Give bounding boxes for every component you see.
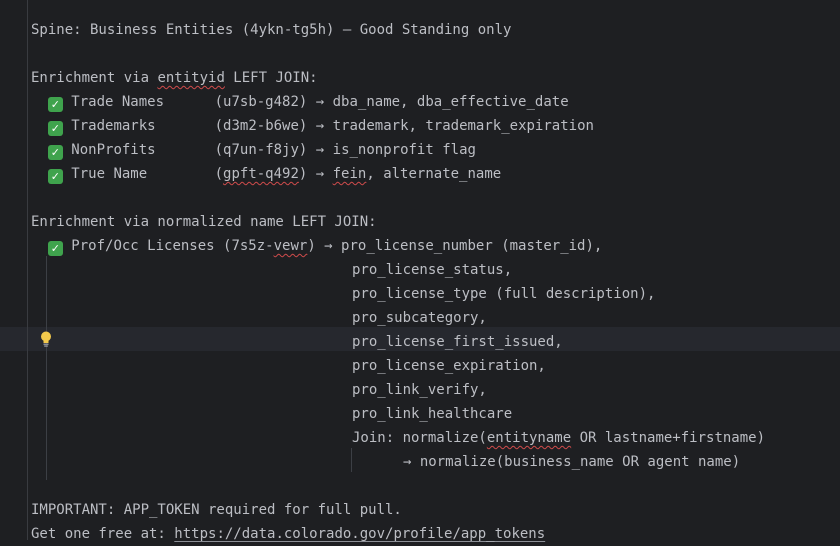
dataset-name: True Name <box>71 166 148 182</box>
field-line: pro_license_first_issued, <box>352 334 563 350</box>
field-line: pro_link_verify, <box>352 382 487 398</box>
entityid-prefix: Enrichment via <box>31 70 158 86</box>
entityid-suffix: LEFT JOIN: <box>224 70 318 86</box>
field-line: pro_license_expiration, <box>352 358 546 374</box>
join-line: Join: normalize(entityname OR lastname+f… <box>352 426 765 450</box>
dataset-fields: , alternate_name <box>366 166 502 182</box>
list-item-trademarks: ✓ Trademarks (d3m2-b6we) → trademark, tr… <box>31 114 594 138</box>
join-suffix: OR lastname+firstname) <box>571 430 766 446</box>
arrow-icon: → <box>307 142 333 158</box>
important-note: IMPORTANT: APP_TOKEN required for full p… <box>31 502 402 518</box>
lightbulb-icon[interactable] <box>38 330 54 348</box>
dataset-id: gpft-q492 <box>223 166 299 182</box>
paren: ( <box>214 166 224 182</box>
join-prefix: Join: normalize( <box>352 430 487 446</box>
check-mark-icon: ✓ <box>47 121 63 136</box>
join-target-line: → normalize(business_name OR agent name) <box>403 454 741 470</box>
dataset-fields: is_nonprofit flag <box>332 142 476 158</box>
arrow-icon: → <box>307 94 333 110</box>
token-link-line: Get one free at: https://data.colorado.g… <box>31 522 545 546</box>
check-mark-icon: ✓ <box>47 169 63 184</box>
dataset-id: (7s5z- <box>223 238 274 254</box>
indent-guide <box>46 256 47 480</box>
dataset-name: Trademarks <box>71 118 156 134</box>
dataset-name: Trade Names <box>71 94 165 110</box>
dataset-fields: trademark, trademark_expiration <box>332 118 594 134</box>
field-line: pro_link_healthcare <box>352 406 513 422</box>
join-keyword: entityname <box>486 430 572 446</box>
dataset-field-fein: fein <box>332 166 367 182</box>
gutter-separator <box>27 0 28 540</box>
list-item-licenses: ✓ Prof/Occ Licenses (7s5z-vewr) → pro_li… <box>31 234 602 258</box>
field-line: pro_license_type (full description), <box>352 286 656 302</box>
check-mark-icon: ✓ <box>47 97 63 112</box>
check-mark-icon: ✓ <box>47 241 63 256</box>
dataset-fields: pro_license_number (master_id), <box>341 238 603 254</box>
entityid-keyword: entityid <box>157 70 225 86</box>
dataset-name: NonProfits <box>71 142 156 158</box>
dataset-id: d3m2-b6we <box>223 118 299 134</box>
dataset-id-part: vewr <box>273 238 308 254</box>
paren: ( <box>214 118 224 134</box>
indent-guide <box>351 448 352 472</box>
spine-title-line: Spine: Business Entities (4ykn-tg5h) — G… <box>31 22 512 38</box>
arrow-icon: → <box>315 238 342 254</box>
paren: ( <box>214 142 224 158</box>
dataset-id: u7sb-g482 <box>223 94 299 110</box>
paren: ( <box>214 94 224 110</box>
entityid-section-header: Enrichment via entityid LEFT JOIN: <box>31 66 318 90</box>
paren: ) <box>307 238 316 254</box>
dataset-id: q7un-f8jy <box>223 142 299 158</box>
name-section-header: Enrichment via normalized name LEFT JOIN… <box>31 214 377 230</box>
field-line: pro_license_status, <box>352 262 513 278</box>
list-item-nonprofits: ✓ NonProfits (q7un-f8jy) → is_nonprofit … <box>31 138 476 162</box>
list-item-true-name: ✓ True Name (gpft-q492) → fein, alternat… <box>31 162 501 186</box>
dataset-name: Prof/Occ Licenses <box>71 238 224 254</box>
check-mark-icon: ✓ <box>47 145 63 160</box>
dataset-fields: dba_name, dba_effective_date <box>332 94 569 110</box>
field-line: pro_subcategory, <box>352 310 487 326</box>
arrow-icon: → <box>307 118 333 134</box>
arrow-icon: → <box>307 166 333 182</box>
list-item-trade-names: ✓ Trade Names (u7sb-g482) → dba_name, db… <box>31 90 569 114</box>
